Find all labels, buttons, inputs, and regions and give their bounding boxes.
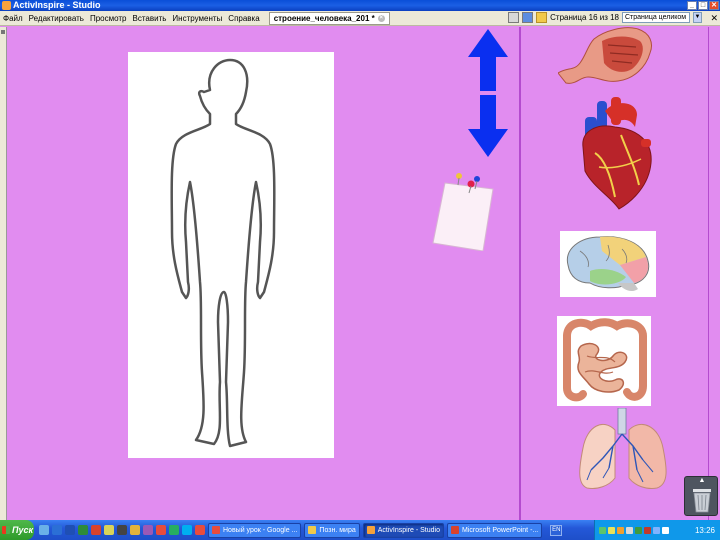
tab-close-icon[interactable]: × (377, 14, 385, 22)
folder-icon[interactable] (536, 12, 548, 23)
taskbar-button-powerpoint[interactable]: Microsoft PowerPoint -... (446, 522, 543, 538)
tray-security-icon[interactable] (608, 526, 615, 534)
powerpoint-icon (450, 526, 459, 534)
canvas-divider (519, 27, 521, 520)
media-icon[interactable] (117, 525, 127, 535)
tray-antivirus-icon[interactable] (635, 526, 642, 534)
start-label: Пуск (12, 525, 34, 535)
quick-launch (34, 525, 205, 535)
menu-insert[interactable]: Вставить (129, 14, 169, 23)
menu-help[interactable]: Справка (225, 14, 262, 23)
taskbar-button-label: Позн. мира (319, 526, 356, 534)
start-button[interactable]: Пуск (0, 520, 34, 540)
chrome-icon[interactable] (195, 525, 205, 535)
trash-icon (693, 489, 711, 513)
screen-icon[interactable] (522, 12, 534, 23)
panel-grip-icon[interactable] (1, 30, 5, 34)
brain-image (566, 236, 650, 291)
body-silhouette-image (170, 58, 276, 448)
stomach-image[interactable] (558, 27, 656, 85)
menu-view[interactable]: Просмотр (87, 14, 130, 23)
intestines-image (563, 318, 647, 402)
heart-image[interactable] (575, 97, 657, 215)
flipchart-canvas[interactable]: ▲ (8, 27, 720, 520)
tray-usb-icon[interactable] (653, 526, 660, 534)
window-title: ActivInspire - Studio (13, 0, 101, 10)
close-button[interactable]: ✕ (709, 1, 719, 10)
taskbar-button-folder[interactable]: Позн. мира (304, 522, 360, 538)
ie-icon[interactable] (52, 525, 62, 535)
zoom-select[interactable]: Страница целиком (622, 12, 690, 23)
powerpoint-icon[interactable] (91, 525, 101, 535)
taskbar-button-label: ActivInspire - Studio (377, 526, 440, 534)
brain-card[interactable] (560, 231, 656, 297)
opera-icon[interactable] (156, 525, 166, 535)
activinspire-icon (2, 1, 11, 10)
taskbar-button-label: Microsoft PowerPoint -... (461, 526, 539, 534)
taskbar: Пуск Новый урок - Google ... Позн. мира (0, 520, 720, 540)
trash-collapse-icon[interactable]: ▲ (697, 477, 707, 484)
clock[interactable]: 13:26 (695, 526, 720, 535)
system-tray: 13:26 (594, 520, 720, 540)
title-bar: ActivInspire - Studio _ □ ✕ (0, 0, 720, 11)
language-indicator[interactable]: EN (550, 524, 563, 536)
lungs-image[interactable] (573, 408, 671, 492)
activinspire-window: ActivInspire - Studio _ □ ✕ Файл Редакти… (0, 0, 720, 540)
menu-tools[interactable]: Инструменты (169, 14, 225, 23)
paint-icon[interactable] (104, 525, 114, 535)
document-tab[interactable]: строение_человека_201 * × (268, 11, 390, 25)
explorer-icon[interactable] (130, 525, 140, 535)
tray-update-icon[interactable] (617, 526, 624, 534)
activinspire-launch-icon[interactable] (143, 525, 153, 535)
canvas-right-border (708, 27, 709, 520)
document-close-icon[interactable]: ✕ (710, 13, 718, 24)
arrow-up-icon[interactable] (468, 29, 508, 91)
page-counter: Страница 16 из 18 (550, 13, 619, 22)
page-browser-icon[interactable] (508, 12, 520, 23)
windows-logo-icon (2, 526, 10, 534)
menu-file[interactable]: Файл (0, 14, 26, 23)
activinspire-icon (366, 526, 375, 534)
chrome-icon (212, 526, 220, 534)
minimize-button[interactable]: _ (687, 1, 697, 10)
maximize-button[interactable]: □ (698, 1, 708, 10)
page-toolbar: Страница 16 из 18 Страница целиком ▼ (508, 12, 702, 23)
desktop-icon[interactable] (39, 525, 49, 535)
folder-icon (308, 526, 317, 534)
taskbar-button-label: Новый урок - Google ... (223, 526, 298, 534)
word-icon[interactable] (65, 525, 75, 535)
menu-edit[interactable]: Редактировать (26, 14, 87, 23)
tray-display-icon[interactable] (662, 526, 669, 534)
tray-alert-icon[interactable] (644, 526, 651, 534)
tray-volume-icon[interactable] (626, 526, 633, 534)
trash-can[interactable]: ▲ (684, 476, 718, 516)
human-body-outline[interactable] (128, 52, 334, 458)
skype-icon[interactable] (182, 525, 192, 535)
utility-icon[interactable] (169, 525, 179, 535)
window-controls: _ □ ✕ (687, 1, 719, 10)
taskbar-button-activinspire[interactable]: ActivInspire - Studio (362, 522, 444, 538)
tray-network-icon[interactable] (599, 526, 606, 534)
taskbar-button-chrome[interactable]: Новый урок - Google ... (208, 522, 302, 538)
excel-icon[interactable] (78, 525, 88, 535)
arrow-down-icon[interactable] (468, 95, 508, 157)
menu-bar: Файл Редактировать Просмотр Вставить Инс… (0, 11, 720, 26)
chevron-down-icon[interactable]: ▼ (693, 12, 702, 23)
left-panel-strip[interactable] (0, 27, 7, 520)
document-tab-label: строение_человека_201 * (273, 13, 375, 23)
pinned-note[interactable] (431, 173, 495, 251)
intestines-card[interactable] (557, 316, 651, 406)
